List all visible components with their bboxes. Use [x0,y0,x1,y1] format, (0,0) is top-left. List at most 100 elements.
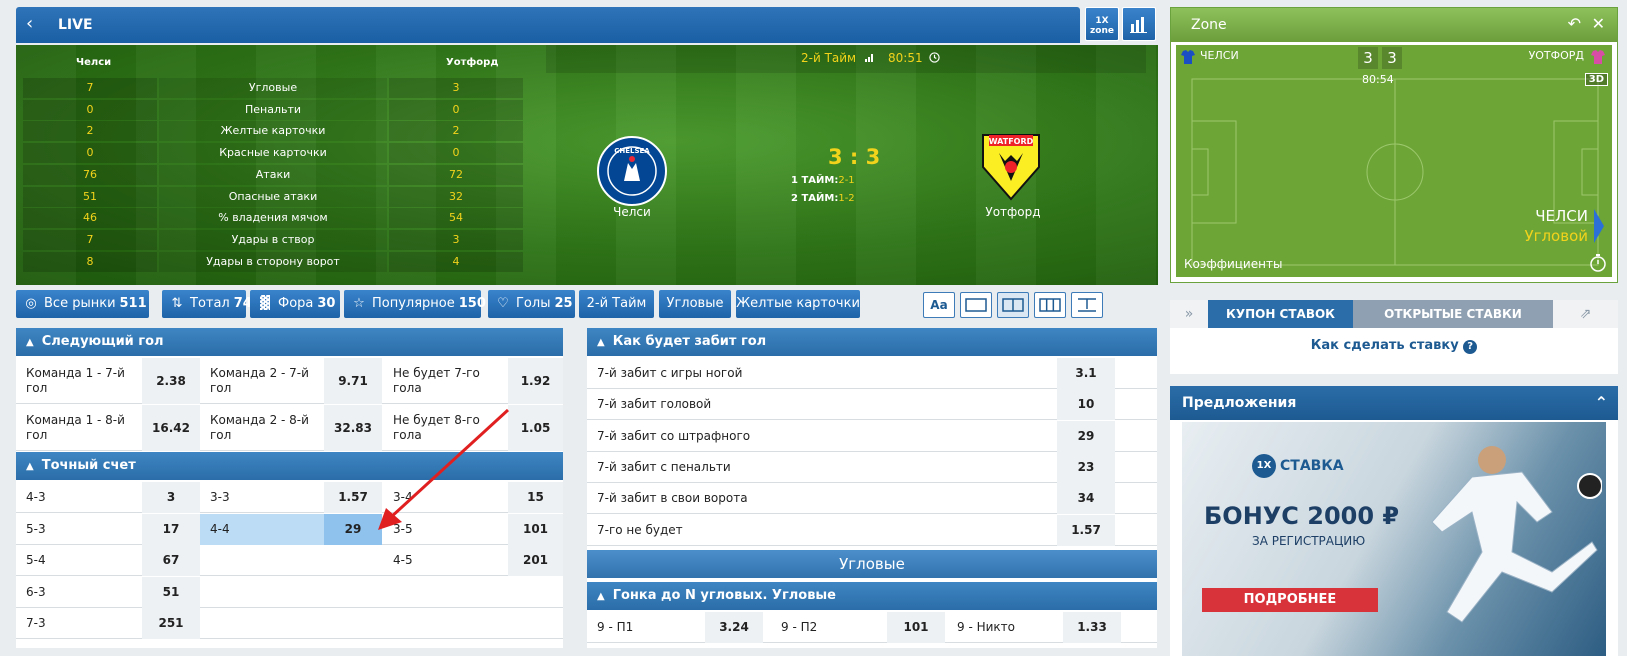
stat-name: Удары в сторону ворот [159,251,387,272]
bet-odd: 23 [1057,451,1115,483]
bet-label: 9 - Никто [957,620,1015,634]
tab-1[interactable]: ◎ Все рынки 511 [16,290,149,318]
tab-5[interactable]: ♡ Голы 25 [488,290,575,318]
stat-away-value: 2 [389,121,523,142]
event-type: Угловой [1524,227,1588,245]
stat-row: 76 Атаки 72 [23,164,543,185]
font-size-icon: Aa [930,298,948,312]
event-team: ЧЕЛСИ [1535,207,1588,225]
home-shirt-icon [1181,50,1195,64]
bet-option[interactable]: 5-3 17 [16,513,200,545]
bet-label: Команда 1 - 7-й гол [26,366,125,395]
bet-option[interactable]: Не будет 7-го гола 1.92 [383,358,563,404]
layout-table-icon [1072,293,1102,320]
collapse-up-icon[interactable]: ⌃ [1595,386,1608,420]
market-row[interactable]: 7-й забит с игры ногой 3.1 [587,358,1157,389]
undo-icon[interactable]: ↶ [1568,14,1581,33]
close-icon[interactable]: ✕ [1592,14,1605,33]
tab-4[interactable]: ☆ Популярное 150 [344,290,486,318]
odds-link[interactable]: Коэффициенты [1184,257,1282,271]
market-row[interactable]: 7-го не будет 1.57 [587,514,1157,546]
period-label: 2-й Тайм [801,51,857,65]
expand-icon[interactable]: » [1170,300,1208,328]
bet-label: Команда 2 - 8-й гол [210,413,309,442]
bet-odd: 1.92 [508,358,563,404]
stat-name: % владения мячом [159,208,387,229]
bet-option[interactable]: Команда 2 - 8-й гол 32.83 [200,405,382,451]
market-row[interactable]: 7-й забит с пенальти 23 [587,451,1157,483]
bar-chart-icon [1130,17,1147,33]
stat-name: Опасные атаки [159,186,387,207]
layout-3col-button[interactable] [1034,292,1066,318]
bet-option[interactable]: 5-4 67 [16,545,200,576]
zone-header: Zone ↶ ✕ [1171,8,1617,42]
bet-option[interactable]: 3-3 1.57 [200,482,382,513]
tab-8[interactable]: Желтые карточки [736,290,860,318]
layout-1col-button[interactable] [960,292,992,318]
market-row: 5-4 67 4-5 201 [16,545,563,576]
stat-name: Красные карточки [159,143,387,164]
bet-odd: 1.33 [1063,612,1121,643]
mode-3d-button[interactable]: 3D [1584,73,1608,86]
bet-option[interactable]: 4-5 201 [383,545,563,576]
bet-label: 5-4 [26,553,46,567]
second-half-score: 2 ТАЙМ:1-2 [791,193,855,204]
bet-option[interactable]: Команда 1 - 8-й гол 16.42 [16,405,200,451]
stats-away-header: Уотфорд [446,57,499,68]
layout-2col-button[interactable] [997,292,1029,318]
stat-home-value: 46 [23,208,157,229]
tab-open-bets[interactable]: ОТКРЫТЫЕ СТАВКИ [1353,300,1553,328]
stats-button[interactable] [1122,7,1156,41]
bet-option[interactable]: 9 - П2 101 [771,612,945,643]
stat-home-value: 7 [23,78,157,98]
watford-crest-text: WATFORD [989,137,1034,146]
tab-coupon[interactable]: КУПОН СТАВОК [1208,300,1353,328]
tab-count: 511 [119,296,147,311]
more-button[interactable]: ПОДРОБНЕЕ [1202,588,1378,612]
market-row: 9 - П1 3.24 9 - П2 101 9 - Никто 1.33 [587,612,1157,643]
bet-label: Команда 1 - 8-й гол [26,413,125,442]
layout-table-button[interactable] [1071,292,1103,318]
chevron-up-icon: ▲ [26,337,34,348]
exact-score-title: Точный счет [41,458,136,473]
zone-away-name: УОТФОРД [1528,49,1584,62]
tab-6[interactable]: 2-й Тайм [579,290,654,318]
how-scored-header[interactable]: ▲ Как будет забит гол [587,328,1157,356]
help-link[interactable]: Как сделать ставку ? [1170,338,1618,354]
bet-option[interactable]: Команда 1 - 7-й гол 2.38 [16,358,200,404]
bet-option[interactable]: Команда 2 - 7-й гол 9.71 [200,358,382,404]
brand-name: СТАВКА [1280,458,1344,474]
corner-race-header[interactable]: ▲ Гонка до N угловых. Угловые [587,582,1157,610]
back-arrow-icon[interactable]: ‹ [26,15,33,33]
layout-2col-icon [998,293,1028,320]
stat-row: 0 Пенальти 0 [23,99,543,120]
bet-option[interactable]: 9 - Никто 1.33 [947,612,1121,643]
tab-3[interactable]: ▓ Фора 30 [250,290,340,318]
stat-name: Желтые карточки [159,121,387,142]
market-row[interactable]: 7-й забит головой 10 [587,389,1157,421]
bet-option[interactable]: 7-3 251 [16,608,200,639]
signal-icon [865,54,873,62]
next-goal-header[interactable]: ▲ Следующий гол [16,328,563,356]
market-row[interactable]: 7-й забит в свои ворота 34 [587,483,1157,515]
stopwatch-icon[interactable] [1588,253,1608,273]
bet-odd: 17 [142,513,200,545]
zone-home-score: 3 [1358,47,1378,69]
market-row[interactable]: 7-й забит со штрафного 29 [587,420,1157,452]
tab-2[interactable]: ⇅ Тотал 74 [162,290,252,318]
zone-toggle-button[interactable]: 1X zone [1085,7,1119,41]
bet-option[interactable]: 4-4 29 [200,513,382,545]
stat-name: Атаки [159,164,387,185]
page-title: LIVE [58,17,93,33]
market-row: 7-3 251 [16,608,563,639]
stat-home-value: 0 [23,143,157,164]
bet-option[interactable]: 6-3 51 [16,576,200,608]
bet-label: 7-го не будет [597,522,683,537]
font-size-button[interactable]: Aa [923,292,955,318]
bet-option[interactable]: 9 - П1 3.24 [587,612,763,643]
corner-race-title: Гонка до N угловых. Угловые [612,588,837,603]
collapse-icon[interactable]: ⇗ [1553,300,1618,328]
bet-option[interactable]: 4-3 3 [16,482,200,513]
tab-7[interactable]: Угловые [659,290,731,318]
promo-banner[interactable]: 1X СТАВКА БОНУС 2000 ₽ ЗА РЕГИСТРАЦИЮ ПО… [1182,422,1606,656]
